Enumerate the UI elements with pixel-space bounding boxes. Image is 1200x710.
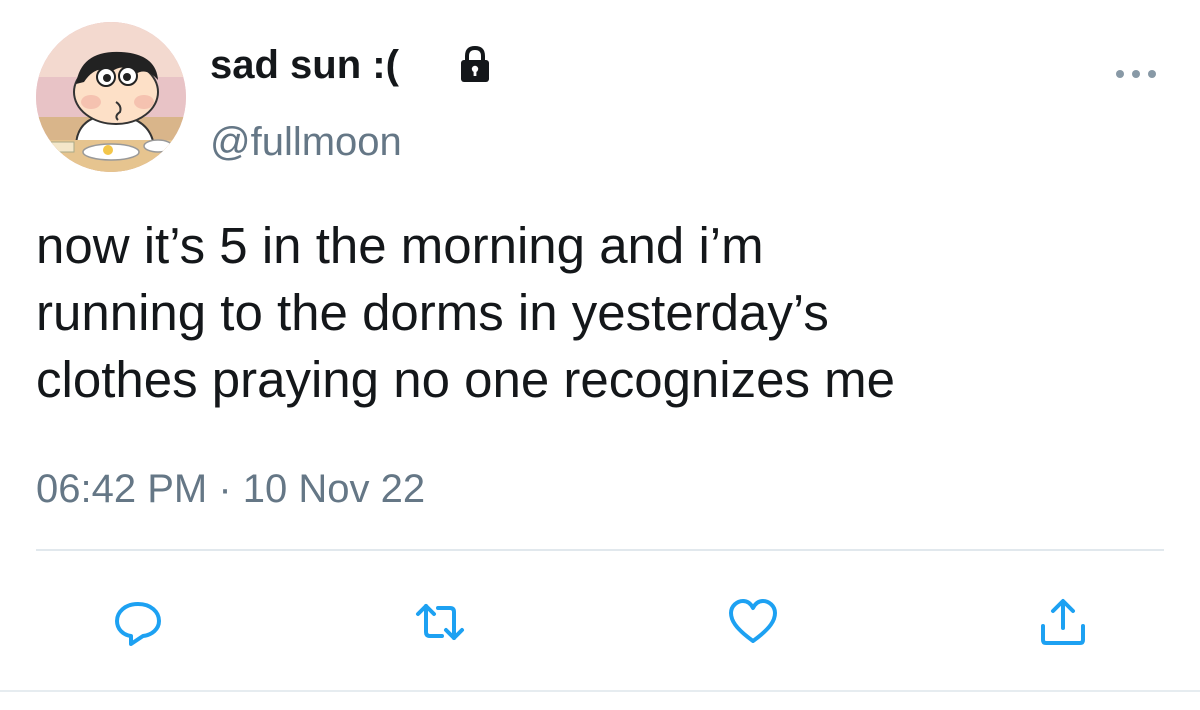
retweet-button[interactable] [412,594,468,650]
retweet-icon [416,604,464,640]
avatar[interactable] [36,22,186,172]
share-icon [1041,599,1085,645]
divider [36,549,1164,551]
more-options-icon[interactable] [1112,64,1160,84]
like-button[interactable] [725,594,781,650]
reply-button[interactable] [110,594,166,650]
tweet-text: now it’s 5 in the morning and i’m runnin… [36,217,896,408]
tweet-card: sad sun :( @fullmoon now it’s 5 in the m… [0,0,1200,710]
user-handle[interactable]: @fullmoon [210,117,402,167]
reply-icon [115,602,161,646]
share-button[interactable] [1035,594,1091,650]
tweet-timestamp[interactable]: 06:42 PM · 10 Nov 22 [36,464,425,514]
heart-icon [729,599,777,643]
lock-icon [461,45,489,82]
display-name[interactable]: sad sun :( [210,40,399,90]
bottom-divider [0,690,1200,692]
cartoon-avatar-icon [36,22,186,172]
